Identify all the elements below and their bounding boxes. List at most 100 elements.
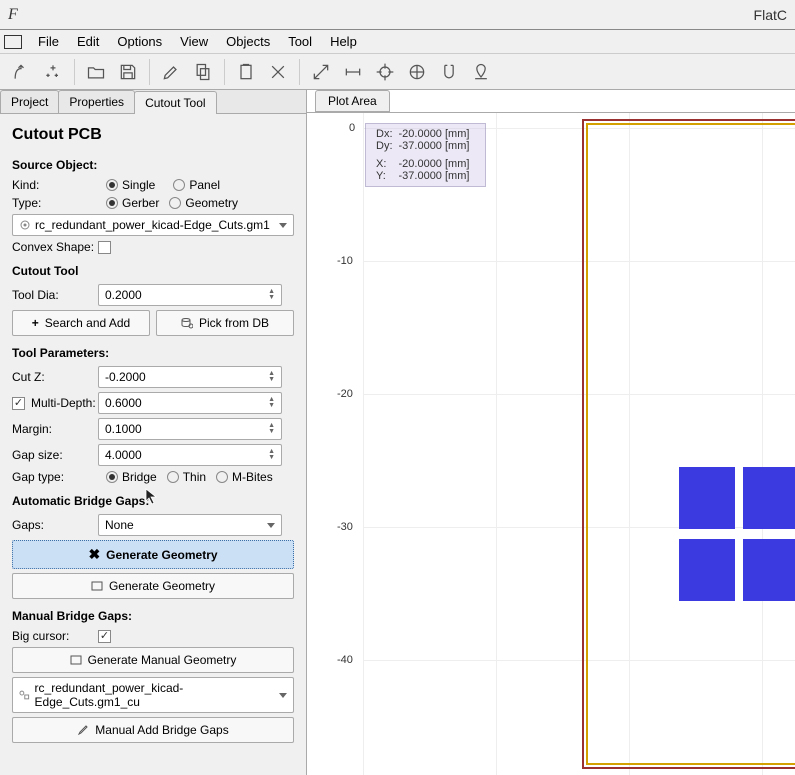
gaps-dropdown[interactable]: None <box>98 514 282 536</box>
margin-input[interactable]: 0.1000▲▼ <box>98 418 282 440</box>
delete-icon[interactable] <box>263 57 293 87</box>
geometry-icon <box>19 689 31 701</box>
source-object-label: Source Object: <box>12 158 294 172</box>
sidebar-toggle-icon[interactable] <box>4 35 22 49</box>
panel-title: Cutout PCB <box>12 126 294 144</box>
bigcursor-checkbox[interactable] <box>98 630 111 643</box>
geo-file-value: rc_redundant_power_kicad-Edge_Cuts.gm1_c… <box>35 681 279 709</box>
auto-bridge-label: Automatic Bridge Gaps <box>12 494 145 508</box>
app-logo: F <box>8 6 18 24</box>
radio-kind-single[interactable] <box>106 179 118 191</box>
type-gerber-label: Gerber <box>122 196 159 210</box>
open-folder-icon[interactable] <box>81 57 111 87</box>
axis-y-20: -20 <box>337 388 353 400</box>
edit-pencil-icon[interactable] <box>156 57 186 87</box>
radio-gaptype-mbites[interactable] <box>216 471 228 483</box>
gaptype-thin-label: Thin <box>183 470 206 484</box>
menu-options[interactable]: Options <box>109 32 170 51</box>
pcb-pad <box>679 539 735 601</box>
convex-checkbox[interactable] <box>98 241 111 254</box>
duplicate-icon[interactable] <box>231 57 261 87</box>
gerber-file-icon <box>19 219 31 231</box>
generate-geometry-button[interactable]: ✖ Generate Geometry <box>12 540 294 569</box>
snap-icon[interactable] <box>434 57 464 87</box>
origin-target-icon[interactable] <box>370 57 400 87</box>
measure-icon[interactable] <box>338 57 368 87</box>
rectangle-icon <box>91 581 103 591</box>
plot-canvas[interactable]: 0 -10 -20 -30 -40 Dx:-20.0000 [mm] Dy:-3… <box>307 112 795 775</box>
axis-y-30: -30 <box>337 521 353 533</box>
pencil-small-icon <box>77 724 89 736</box>
kind-single-label: Single <box>122 178 155 192</box>
gaps-label: Gaps: <box>12 518 98 532</box>
tab-plot-area[interactable]: Plot Area <box>315 90 390 112</box>
app-title: FlatC <box>754 7 787 23</box>
menu-objects[interactable]: Objects <box>218 32 278 51</box>
menu-file[interactable]: File <box>30 32 67 51</box>
radio-type-gerber[interactable] <box>106 197 118 209</box>
multidepth-checkbox[interactable] <box>12 397 25 410</box>
gapsize-label: Gap size: <box>12 448 98 462</box>
pcb-pad <box>743 467 795 529</box>
axis-y-10: -10 <box>337 255 353 267</box>
save-icon[interactable] <box>113 57 143 87</box>
copy-icon[interactable] <box>188 57 218 87</box>
gaptype-mbites-label: M-Bites <box>232 470 273 484</box>
type-geometry-label: Geometry <box>185 196 238 210</box>
axis-y-0: 0 <box>349 122 355 134</box>
coordinate-readout: Dx:-20.0000 [mm] Dy:-37.0000 [mm] X:-20.… <box>365 123 486 187</box>
pcb-pad <box>743 539 795 601</box>
plot-area: Plot Area 0 -10 -20 -30 -40 <box>307 90 795 775</box>
radio-gaptype-thin[interactable] <box>167 471 179 483</box>
cutz-input[interactable]: -0.2000▲▼ <box>98 366 282 388</box>
expand-icon[interactable] <box>306 57 336 87</box>
menu-tool[interactable]: Tool <box>280 32 320 51</box>
tab-project[interactable]: Project <box>0 90 59 113</box>
gaptype-bridge-label: Bridge <box>122 470 157 484</box>
multidepth-input[interactable]: 0.6000▲▼ <box>98 392 282 414</box>
tab-properties[interactable]: Properties <box>58 90 135 113</box>
bigcursor-label: Big cursor: <box>12 629 98 643</box>
menu-view[interactable]: View <box>172 32 216 51</box>
convex-label: Convex Shape: <box>12 240 98 254</box>
tool-dia-label: Tool Dia: <box>12 288 98 302</box>
new-project-icon[interactable] <box>6 57 36 87</box>
pcb-pad <box>679 467 735 529</box>
gapsize-input[interactable]: 4.0000▲▼ <box>98 444 282 466</box>
menubar: File Edit Options View Objects Tool Help <box>0 30 795 54</box>
tool-params-label: Tool Parameters: <box>12 346 294 360</box>
tool-dia-input[interactable]: 0.2000▲▼ <box>98 284 282 306</box>
database-icon <box>181 317 193 329</box>
rectangle-icon <box>70 655 82 665</box>
puzzle-icon: ✖ <box>88 546 100 563</box>
cutz-label: Cut Z: <box>12 370 98 384</box>
source-file-dropdown[interactable]: rc_redundant_power_kicad-Edge_Cuts.gm1 <box>12 214 294 236</box>
axis-y-40: -40 <box>337 654 353 666</box>
source-file-value: rc_redundant_power_kicad-Edge_Cuts.gm1 <box>35 218 270 232</box>
margin-label: Margin: <box>12 422 98 436</box>
tab-cutout-tool[interactable]: Cutout Tool <box>134 91 217 114</box>
generate-geometry-outline-button[interactable]: Generate Geometry <box>12 573 294 599</box>
radio-type-geometry[interactable] <box>169 197 181 209</box>
new-sparkle-icon[interactable] <box>38 57 68 87</box>
cutout-tool-label: Cutout Tool <box>12 264 294 278</box>
crosshair-icon[interactable] <box>402 57 432 87</box>
toolbar <box>0 54 795 90</box>
location-pin-icon[interactable] <box>466 57 496 87</box>
pcb-outer-outline <box>586 123 795 765</box>
radio-gaptype-bridge[interactable] <box>106 471 118 483</box>
mouse-cursor-icon <box>145 488 159 506</box>
generate-manual-geometry-button[interactable]: Generate Manual Geometry <box>12 647 294 673</box>
menu-edit[interactable]: Edit <box>69 32 107 51</box>
manual-bridge-label: Manual Bridge Gaps <box>12 609 128 623</box>
multidepth-label: Multi-Depth: <box>31 396 98 410</box>
left-panel: Project Properties Cutout Tool Cutout PC… <box>0 90 307 775</box>
gaptype-label: Gap type: <box>12 470 98 484</box>
radio-kind-panel[interactable] <box>173 179 185 191</box>
menu-help[interactable]: Help <box>322 32 365 51</box>
kind-panel-label: Panel <box>189 178 220 192</box>
pick-db-button[interactable]: Pick from DB <box>156 310 294 336</box>
search-add-button[interactable]: +Search and Add <box>12 310 150 336</box>
geo-file-dropdown[interactable]: rc_redundant_power_kicad-Edge_Cuts.gm1_c… <box>12 677 294 713</box>
manual-add-bridge-button[interactable]: Manual Add Bridge Gaps <box>12 717 294 743</box>
